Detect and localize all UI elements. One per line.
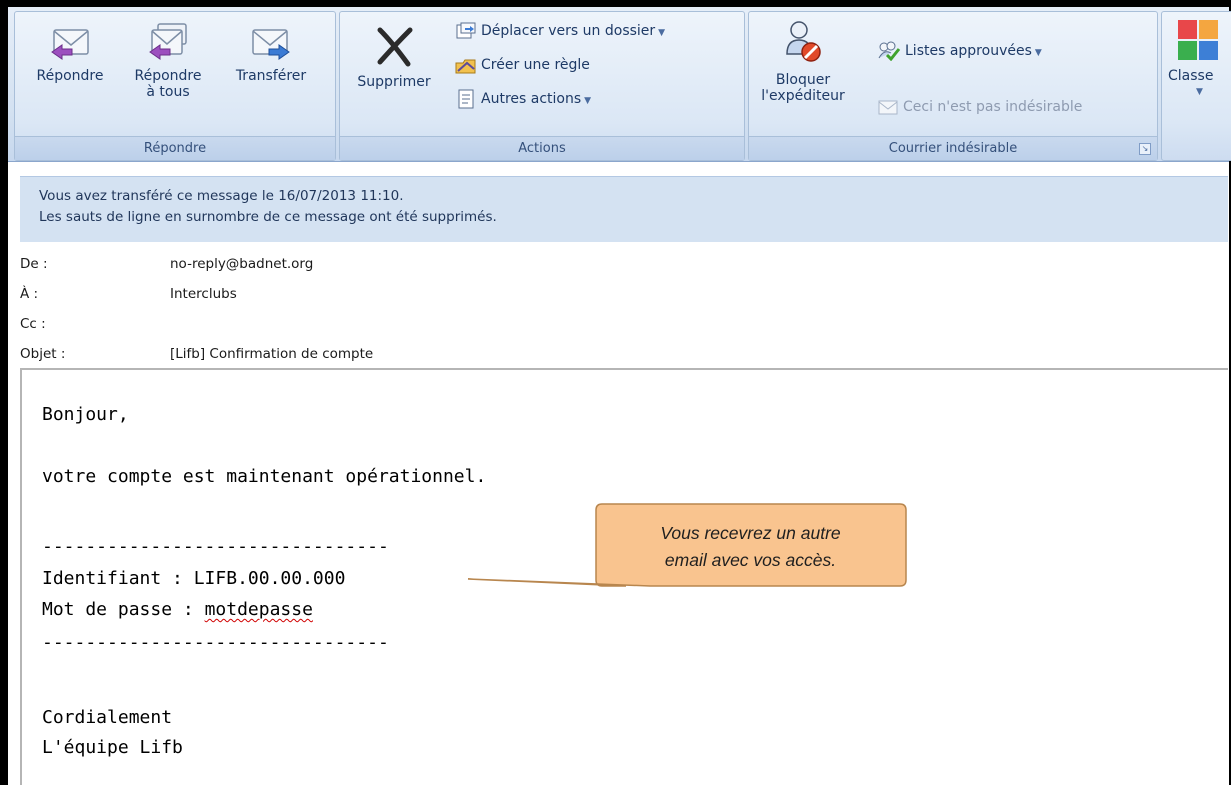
color-squares-icon	[1178, 20, 1218, 60]
chevron-down-icon: ▼	[1034, 48, 1042, 58]
rule-icon	[455, 59, 476, 74]
categorize-button[interactable]: Classe ▼	[1168, 18, 1231, 100]
person-block-icon	[786, 21, 821, 62]
callout-line-2: email avec vos accès.	[664, 550, 837, 570]
group-respond-title: Répondre	[15, 136, 335, 160]
to-label: À :	[20, 286, 39, 302]
chevron-down-icon: ▼	[1196, 87, 1203, 97]
people-check-icon	[878, 41, 901, 61]
delete-button[interactable]: Supprimer	[344, 24, 444, 90]
message-body[interactable]: Bonjour, votre compte est maintenant opé…	[20, 368, 1228, 785]
create-rule-label: Créer une règle	[481, 57, 590, 73]
create-rule-button[interactable]: Créer une règle	[455, 54, 590, 76]
subject-label: Objet :	[20, 346, 66, 362]
x-delete-icon	[377, 27, 413, 67]
other-actions-label: Autres actions	[481, 91, 582, 107]
reply-all-label-2: à tous	[146, 84, 190, 100]
document-icon	[458, 89, 474, 109]
group-actions: Supprimer Déplacer vers un dossier ▼ Crée…	[339, 11, 745, 161]
message-identifier: Identifiant : LIFB.00.00.000	[42, 568, 346, 589]
callout-text: Vous recevrez un autre email avec vos ac…	[598, 520, 903, 574]
safe-lists-button[interactable]: Listes approuvées ▼	[877, 40, 1042, 62]
not-junk-label: Ceci n'est pas indésirable	[903, 99, 1083, 115]
info-bar-line-line-breaks: Les sauts de ligne en surnombre de ce me…	[39, 209, 497, 225]
message-closing: Cordialement	[42, 707, 173, 728]
message-greeting: Bonjour,	[42, 404, 129, 425]
block-sender-label-2: l'expéditeur	[761, 88, 845, 104]
message-line-account: votre compte est maintenant opérationnel…	[42, 466, 487, 487]
envelope-disabled-icon	[878, 100, 898, 115]
group-junk: Bloquer l'expéditeur Listes approuvées ▼ …	[748, 11, 1158, 161]
callout-line-1: Vous recevrez un autre	[660, 523, 841, 543]
password-value: motdepasse	[204, 599, 313, 620]
reply-label: Répondre	[36, 68, 104, 84]
group-actions-title: Actions	[340, 136, 744, 160]
group-respond: Répondre Répondre à tous Transférer Répo…	[14, 11, 336, 161]
message-signature: L'équipe Lifb	[42, 737, 183, 758]
separator-top: --------------------------------	[42, 536, 389, 557]
envelope-reply-all-icon	[149, 23, 187, 60]
password-prefix: Mot de passe :	[42, 599, 205, 620]
ribbon: Répondre Répondre à tous Transférer Répo…	[8, 7, 1231, 162]
chevron-down-icon: ▼	[584, 96, 592, 106]
group-junk-title: Courrier indésirable	[749, 136, 1157, 160]
categorize-label: Classe	[1168, 68, 1214, 84]
info-bar: Vous avez transféré ce message le 16/07/…	[20, 176, 1228, 242]
subject-value: [Lifb] Confirmation de compte	[170, 346, 374, 362]
group-junk-title-text: Courrier indésirable	[888, 141, 1018, 156]
block-sender-button[interactable]: Bloquer l'expéditeur	[751, 18, 855, 104]
to-value[interactable]: Interclubs	[170, 286, 237, 302]
forward-label: Transférer	[235, 68, 307, 84]
separator-bottom: --------------------------------	[42, 632, 389, 653]
reply-button[interactable]: Répondre	[27, 18, 113, 84]
from-label: De :	[20, 256, 48, 272]
other-actions-button[interactable]: Autres actions ▼	[455, 88, 591, 110]
info-bar-line-forwarded: Vous avez transféré ce message le 16/07/…	[39, 188, 404, 204]
delete-label: Supprimer	[357, 74, 431, 90]
message-password: Mot de passe : motdepasse	[42, 599, 313, 620]
block-sender-label-1: Bloquer	[775, 72, 831, 88]
envelope-reply-icon	[51, 29, 89, 60]
forward-button[interactable]: Transférer	[221, 18, 321, 84]
reply-all-button[interactable]: Répondre à tous	[119, 18, 217, 100]
not-junk-button[interactable]: Ceci n'est pas indésirable	[877, 96, 1082, 118]
move-to-folder-label: Déplacer vers un dossier	[481, 23, 656, 39]
chevron-down-icon: ▼	[658, 28, 666, 38]
move-to-folder-button[interactable]: Déplacer vers un dossier ▼	[455, 20, 665, 42]
group-categorize: Classe ▼	[1161, 11, 1231, 161]
envelope-forward-icon	[252, 29, 290, 60]
folder-move-icon	[456, 22, 476, 39]
cc-label: Cc :	[20, 316, 46, 332]
from-value[interactable]: no-reply@badnet.org	[170, 256, 313, 272]
safe-lists-label: Listes approuvées	[905, 43, 1032, 59]
reply-all-label-1: Répondre	[134, 68, 202, 84]
junk-options-launcher-icon[interactable]: ↘	[1139, 143, 1151, 155]
